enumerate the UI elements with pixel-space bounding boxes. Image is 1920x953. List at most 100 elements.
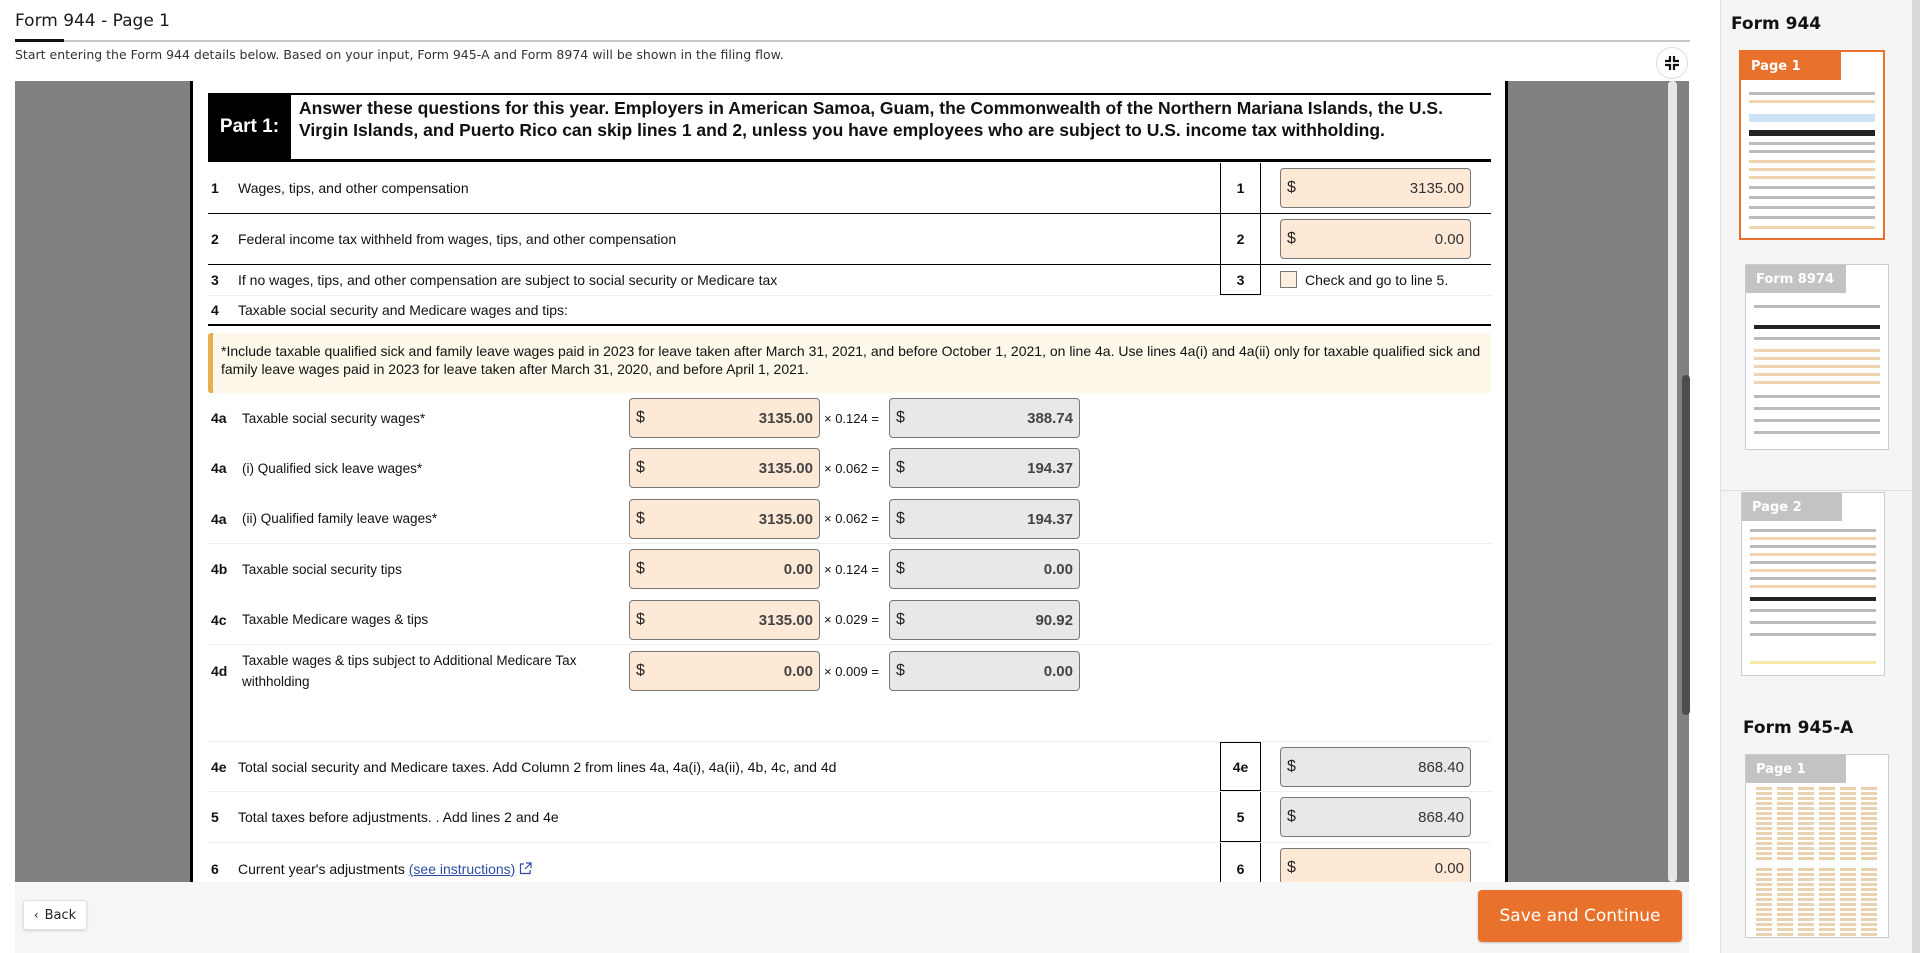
thumbnail-cell xyxy=(1756,857,1772,860)
line-number: 4e xyxy=(211,758,227,775)
line-label: Taxable social security tips xyxy=(242,561,402,577)
thumbnail-cell xyxy=(1756,787,1772,790)
thumbnail-cell xyxy=(1798,868,1814,871)
form-viewer[interactable]: Part 1: Answer these questions for this … xyxy=(15,81,1689,882)
thumbnail-cell xyxy=(1777,873,1793,876)
thumbnail-form945a-page1[interactable]: Page 1 xyxy=(1745,754,1889,938)
thumbnail-cell xyxy=(1798,898,1814,901)
thumbnail-cell xyxy=(1798,888,1814,891)
thumbnail-cell xyxy=(1777,923,1793,926)
currency-symbol: $ xyxy=(636,510,645,527)
thumbnail-cell xyxy=(1840,847,1856,850)
page-title: Form 944 - Page 1 xyxy=(15,11,170,31)
thumbnail-cell xyxy=(1840,893,1856,896)
thumbnail-cell xyxy=(1756,898,1772,901)
thumbnail-cell xyxy=(1861,923,1877,926)
thumbnail-label: Page 2 xyxy=(1742,493,1842,521)
back-button[interactable]: ‹ Back xyxy=(23,900,87,930)
line-6-row: 6 Current year's adjustments (see instru… xyxy=(208,843,1491,882)
currency-symbol: $ xyxy=(896,560,905,577)
line-label: Taxable social security and Medicare wag… xyxy=(238,302,568,318)
thumbnail-cell xyxy=(1861,792,1877,795)
thumbnail-cell xyxy=(1798,857,1814,860)
rate-multiplier: × 0.029 = xyxy=(824,612,879,627)
thumbnail-cell xyxy=(1819,908,1835,911)
thumbnail-cell xyxy=(1861,898,1877,901)
main-area: Form 944 - Page 1 Start entering the For… xyxy=(0,0,1720,953)
collapse-view-button[interactable] xyxy=(1656,47,1688,79)
thumbnail-cell xyxy=(1756,832,1772,835)
see-instructions-link[interactable]: (see instructions) xyxy=(409,861,516,877)
line-3-checkbox-group[interactable]: Check and go to line 5. xyxy=(1280,271,1448,288)
line-3-row: 3 If no wages, tips, and other compensat… xyxy=(208,265,1491,296)
column-1-input[interactable]: $0.00 xyxy=(629,651,820,691)
thumbnail-cell xyxy=(1861,852,1877,855)
thumbnail-form944-page1[interactable]: Page 1 xyxy=(1739,50,1885,240)
line-1-input[interactable]: $ 3135.00 xyxy=(1280,168,1471,208)
part-instructions: Answer these questions for this year. Em… xyxy=(299,98,1443,140)
thumbnail-cell xyxy=(1819,842,1835,845)
thumbnail-cell xyxy=(1777,802,1793,805)
thumbnail-cell xyxy=(1840,812,1856,815)
line-box-number: 3 xyxy=(1220,265,1261,295)
line-4e-output: $ 868.40 xyxy=(1280,747,1471,787)
thumbnail-cell xyxy=(1840,827,1856,830)
thumbnail-cell xyxy=(1798,802,1814,805)
currency-symbol: $ xyxy=(636,560,645,577)
thumbnail-cell xyxy=(1798,827,1814,830)
thumbnail-cell xyxy=(1861,787,1877,790)
thumbnail-cell xyxy=(1756,903,1772,906)
viewer-scrollbar-thumb[interactable] xyxy=(1682,375,1690,715)
line-6-input[interactable]: $ 0.00 xyxy=(1280,848,1471,882)
save-and-continue-button[interactable]: Save and Continue xyxy=(1478,890,1682,942)
column-1-input[interactable]: $3135.00 xyxy=(629,600,820,640)
thumbnail-cell xyxy=(1840,787,1856,790)
column-1-input[interactable]: $3135.00 xyxy=(629,448,820,488)
thumbnail-cell xyxy=(1798,923,1814,926)
thumbnail-cell xyxy=(1777,908,1793,911)
currency-symbol: $ xyxy=(896,510,905,527)
sidebar-scrollbar[interactable] xyxy=(1912,0,1920,953)
rate-multiplier: × 0.124 = xyxy=(824,561,879,577)
line-number: 2 xyxy=(211,231,219,247)
thumbnail-cell xyxy=(1819,873,1835,876)
thumbnail-cell xyxy=(1798,918,1814,921)
thumbnail-cell xyxy=(1819,797,1835,800)
thumbnail-cell xyxy=(1840,928,1856,931)
thumbnail-cell xyxy=(1798,817,1814,820)
part-label: Part 1: xyxy=(208,95,291,159)
thumbnail-cell xyxy=(1756,842,1772,845)
thumbnail-cell xyxy=(1777,807,1793,810)
thumbnail-cell xyxy=(1798,832,1814,835)
line-label: Current year's adjustments xyxy=(238,860,405,877)
thumbnail-cell xyxy=(1861,903,1877,906)
thumbnail-cell xyxy=(1861,928,1877,931)
thumbnail-form8974[interactable]: Form 8974 xyxy=(1745,264,1889,450)
thumbnail-cell xyxy=(1777,822,1793,825)
thumbnail-cell xyxy=(1861,933,1877,936)
thumbnail-form944-page2[interactable]: Page 2 xyxy=(1741,492,1885,676)
column-2-value: 388.74 xyxy=(1027,409,1073,427)
thumbnail-cell xyxy=(1798,873,1814,876)
thumbnail-cell xyxy=(1861,812,1877,815)
currency-symbol: $ xyxy=(1287,230,1296,247)
thumbnail-cell xyxy=(1819,847,1835,850)
thumbnail-cell xyxy=(1798,847,1814,850)
thumbnail-cell xyxy=(1798,903,1814,906)
thumbnail-cell xyxy=(1819,812,1835,815)
line-3-checkbox[interactable] xyxy=(1280,271,1297,288)
thumbnail-cell xyxy=(1840,878,1856,881)
column-1-input[interactable]: $0.00 xyxy=(629,549,820,589)
column-1-input[interactable]: $3135.00 xyxy=(629,398,820,438)
viewer-scrollbar-track[interactable] xyxy=(1668,81,1677,882)
thumbnail-cell xyxy=(1798,908,1814,911)
rate-multiplier: × 0.062 = xyxy=(824,511,879,526)
thumbnail-cell xyxy=(1756,873,1772,876)
sidebar-group-title: Form 945-A xyxy=(1743,718,1854,738)
line-2-input[interactable]: $ 0.00 xyxy=(1280,219,1471,259)
thumbnail-cell xyxy=(1819,802,1835,805)
thumbnail-cell xyxy=(1819,913,1835,916)
thumbnail-cell xyxy=(1861,802,1877,805)
thumbnail-cell xyxy=(1840,918,1856,921)
column-1-input[interactable]: $3135.00 xyxy=(629,499,820,539)
